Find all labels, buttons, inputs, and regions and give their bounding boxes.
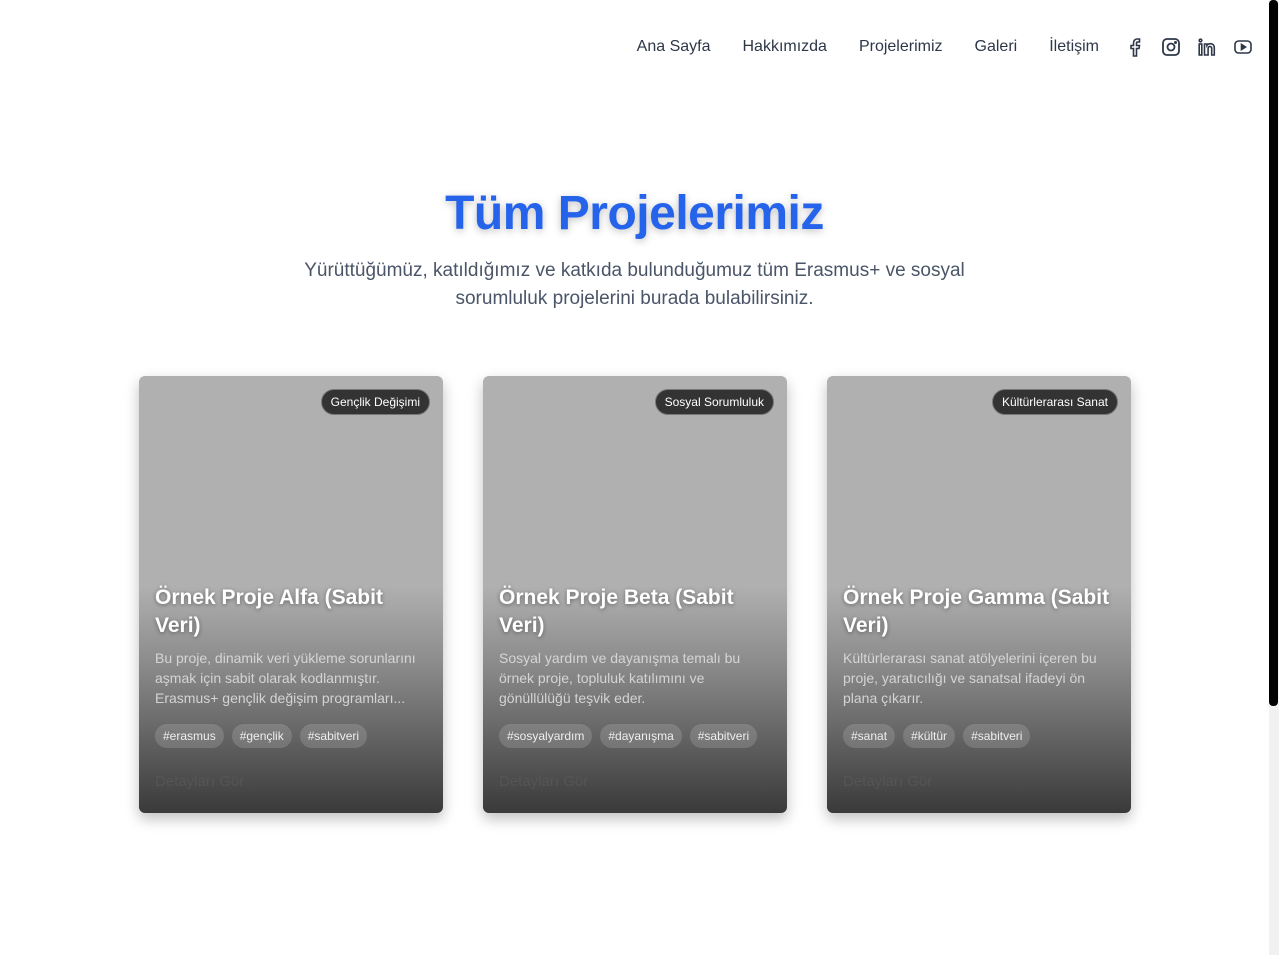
details-link[interactable]: Detayları Gör bbox=[499, 773, 771, 790]
page-subtitle: Yürüttüğümüz, katıldığımız ve katkıda bu… bbox=[304, 260, 965, 309]
project-card[interactable]: Kültürlerarası Sanat Örnek Proje Gamma (… bbox=[827, 376, 1131, 813]
project-card[interactable]: Gençlik Değişimi Örnek Proje Alfa (Sabit… bbox=[139, 376, 443, 813]
scrollbar-thumb[interactable] bbox=[1269, 0, 1278, 706]
tag: #sabitveri bbox=[689, 724, 758, 748]
project-title: Örnek Proje Alfa (Sabit Veri) bbox=[155, 586, 383, 637]
tag: #sabitveri bbox=[299, 724, 368, 748]
tag: #sabitveri bbox=[963, 724, 1031, 748]
project-description: Bu proje, dinamik veri yükleme sorunları… bbox=[155, 650, 416, 706]
nav-contact[interactable]: İletişim bbox=[1049, 36, 1099, 58]
nav-about[interactable]: Hakkımızda bbox=[742, 36, 826, 58]
category-badge: Kültürlerarası Sanat bbox=[991, 389, 1118, 415]
youtube-icon[interactable] bbox=[1233, 37, 1253, 57]
tag: #kültür bbox=[903, 724, 956, 748]
category-badge: Gençlik Değişimi bbox=[320, 389, 430, 415]
linkedin-icon[interactable] bbox=[1197, 37, 1217, 57]
nav-home[interactable]: Ana Sayfa bbox=[637, 36, 711, 58]
tag: #sanat bbox=[843, 724, 896, 748]
tag: #erasmus bbox=[155, 724, 224, 748]
tag: #sosyalyardım bbox=[499, 724, 593, 748]
project-card[interactable]: Sosyal Sorumluluk Örnek Proje Beta (Sabi… bbox=[483, 376, 787, 813]
project-description: Kültürlerarası sanat atölyelerini içeren… bbox=[843, 650, 1097, 706]
project-title: Örnek Proje Beta (Sabit Veri) bbox=[499, 586, 734, 637]
details-link[interactable]: Detayları Gör bbox=[843, 773, 1115, 790]
details-link[interactable]: Detayları Gör bbox=[155, 773, 427, 790]
category-badge: Sosyal Sorumluluk bbox=[654, 389, 774, 415]
page-title: Tüm Projelerimiz bbox=[445, 187, 824, 240]
main-nav: Ana Sayfa Hakkımızda Projelerimiz Galeri… bbox=[637, 36, 1253, 58]
facebook-icon[interactable] bbox=[1125, 37, 1145, 57]
tag: #gençlik bbox=[231, 724, 292, 748]
project-description: Sosyal yardım ve dayanışma temalı bu örn… bbox=[499, 650, 741, 706]
nav-gallery[interactable]: Galeri bbox=[975, 36, 1018, 58]
project-title: Örnek Proje Gamma (Sabit Veri) bbox=[843, 586, 1110, 637]
tag: #dayanışma bbox=[600, 724, 682, 748]
instagram-icon[interactable] bbox=[1161, 37, 1181, 57]
nav-projects[interactable]: Projelerimiz bbox=[859, 36, 943, 58]
